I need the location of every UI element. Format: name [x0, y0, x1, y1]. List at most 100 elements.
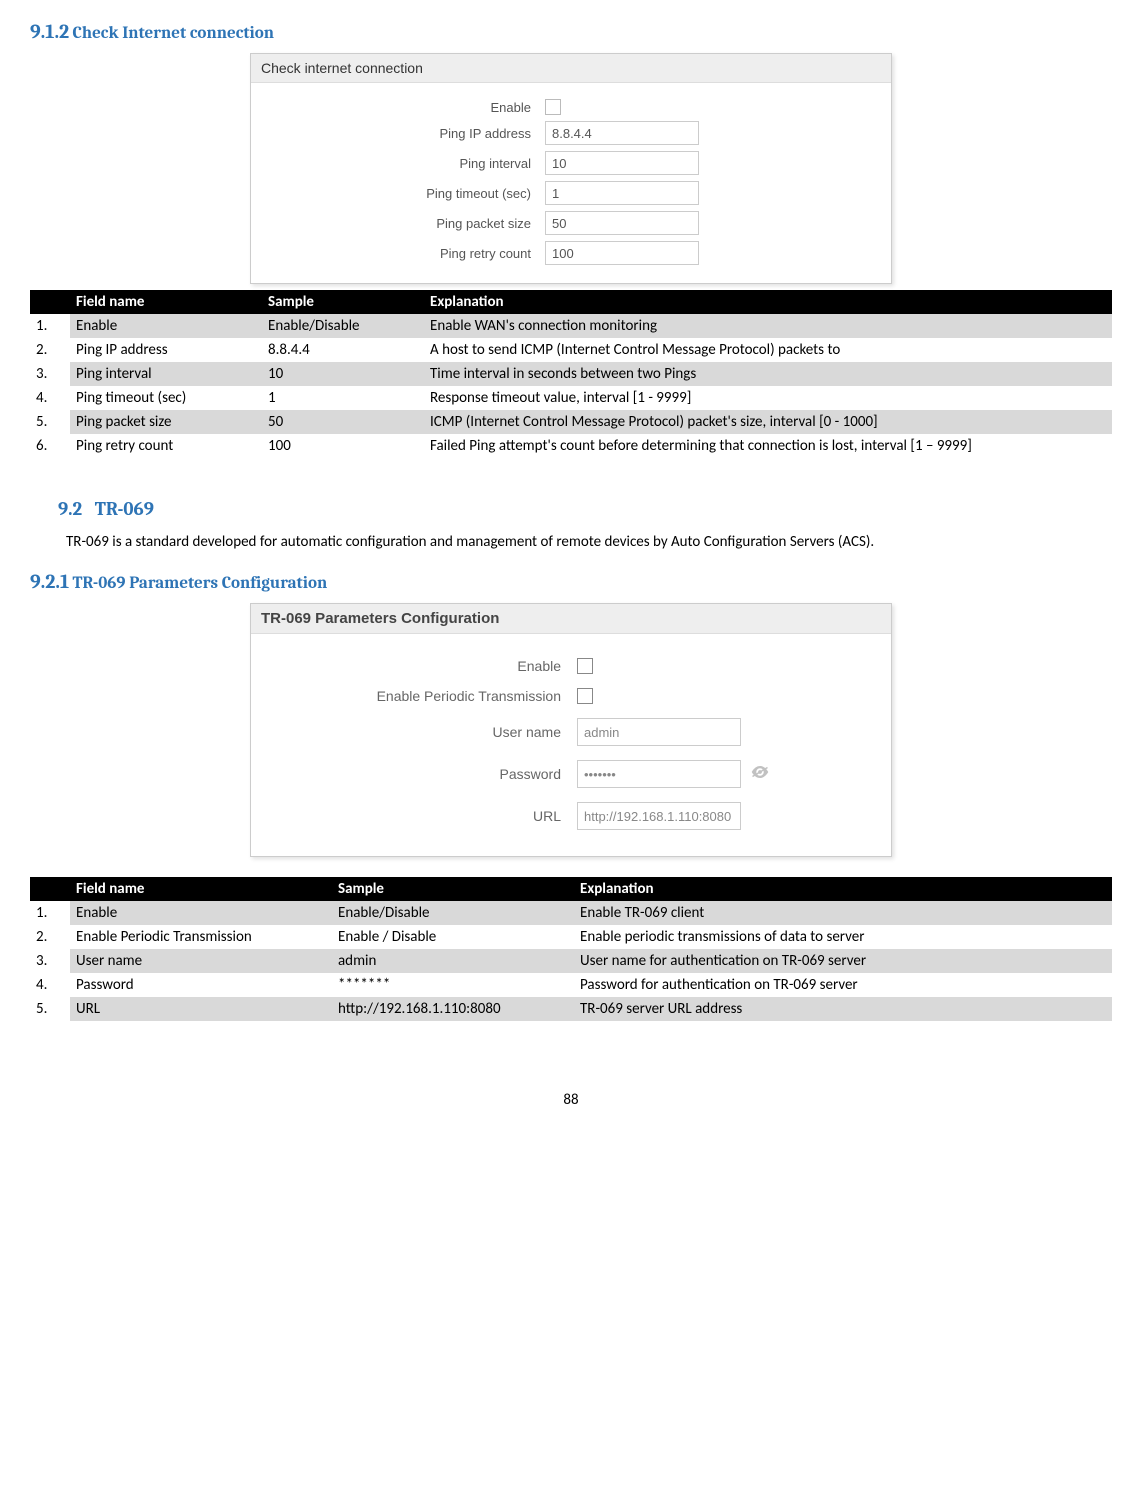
cell-field: Password	[70, 973, 332, 997]
th-sample: Sample	[262, 290, 424, 314]
panel-check-internet-title: Check internet connection	[251, 54, 891, 83]
cell-sample: Enable / Disable	[332, 925, 574, 949]
th-sample: Sample	[332, 877, 574, 901]
th-expl: Explanation	[424, 290, 1112, 314]
table-tr069: Field name Sample Explanation 1. Enable …	[30, 877, 1112, 1021]
cell-sample: Enable/Disable	[332, 901, 574, 925]
cell-sample: Enable/Disable	[262, 314, 424, 338]
table-row: 2. Enable Periodic Transmission Enable /…	[30, 925, 1112, 949]
label-ping-packet: Ping packet size	[261, 216, 545, 231]
cell-field: Ping timeout (sec)	[70, 386, 262, 410]
input-ping-interval[interactable]	[545, 151, 699, 175]
table-row: 4. Ping timeout (sec) 1 Response timeout…	[30, 386, 1112, 410]
table-row: 3. Ping interval 10 Time interval in sec…	[30, 362, 1112, 386]
cell-expl: A host to send ICMP (Internet Control Me…	[424, 338, 1112, 362]
cell-num: 4.	[30, 973, 70, 997]
label-ping-timeout: Ping timeout (sec)	[261, 186, 545, 201]
heading-912: 9.1.2 Check Internet connection	[30, 20, 1112, 43]
table-check-internet: Field name Sample Explanation 1. Enable …	[30, 290, 1112, 458]
cell-num: 5.	[30, 410, 70, 434]
cell-sample: http://192.168.1.110:8080	[332, 997, 574, 1021]
cell-expl: ICMP (Internet Control Message Protocol)…	[424, 410, 1112, 434]
row-tr069-pass: Password	[261, 760, 881, 788]
cell-sample: 1	[262, 386, 424, 410]
cell-expl: Password for authentication on TR-069 se…	[574, 973, 1112, 997]
row-enable: Enable	[261, 99, 881, 115]
heading-92-title: TR-069	[95, 498, 154, 520]
cell-field: URL	[70, 997, 332, 1021]
label-tr069-url: URL	[261, 808, 577, 824]
cell-field: User name	[70, 949, 332, 973]
cell-sample: 50	[262, 410, 424, 434]
heading-921: 9.2.1 TR-069 Parameters Configuration	[30, 570, 1112, 593]
cell-expl: Enable TR-069 client	[574, 901, 1112, 925]
cell-num: 5.	[30, 997, 70, 1021]
row-ping-interval: Ping interval	[261, 151, 881, 175]
input-tr069-pass[interactable]	[577, 760, 741, 788]
input-tr069-user[interactable]	[577, 718, 741, 746]
cell-field: Ping retry count	[70, 434, 262, 458]
row-tr069-periodic: Enable Periodic Transmission	[261, 688, 881, 704]
cell-num: 1.	[30, 901, 70, 925]
cell-expl: Time interval in seconds between two Pin…	[424, 362, 1112, 386]
table-row: 5. URL http://192.168.1.110:8080 TR-069 …	[30, 997, 1112, 1021]
label-ping-retry: Ping retry count	[261, 246, 545, 261]
input-ping-packet[interactable]	[545, 211, 699, 235]
row-tr069-url: URL	[261, 802, 881, 830]
label-tr069-user: User name	[261, 724, 577, 740]
th-field: Field name	[70, 290, 262, 314]
label-ping-ip: Ping IP address	[261, 126, 545, 141]
th-blank	[30, 877, 70, 901]
row-ping-timeout: Ping timeout (sec)	[261, 181, 881, 205]
cell-expl: Enable WAN's connection monitoring	[424, 314, 1112, 338]
panel-tr069: TR-069 Parameters Configuration Enable E…	[250, 603, 892, 857]
cell-num: 2.	[30, 338, 70, 362]
input-ping-ip[interactable]	[545, 121, 699, 145]
page-number: 88	[30, 1091, 1112, 1109]
cell-field: Enable	[70, 314, 262, 338]
heading-921-title: TR-069 Parameters Configuration	[73, 574, 328, 593]
cell-expl: Response timeout value, interval [1 - 99…	[424, 386, 1112, 410]
cell-field: Enable Periodic Transmission	[70, 925, 332, 949]
heading-912-title: Check Internet connection	[73, 24, 275, 43]
cell-num: 1.	[30, 314, 70, 338]
cell-expl: Failed Ping attempt's count before deter…	[424, 434, 1112, 458]
eye-icon[interactable]	[751, 765, 769, 783]
cell-field: Enable	[70, 901, 332, 925]
input-ping-timeout[interactable]	[545, 181, 699, 205]
panel-check-internet-body: Enable Ping IP address Ping interval Pin…	[251, 83, 891, 283]
panel-tr069-body: Enable Enable Periodic Transmission User…	[251, 634, 891, 856]
panel-check-internet: Check internet connection Enable Ping IP…	[250, 53, 892, 284]
th-blank	[30, 290, 70, 314]
checkbox-enable[interactable]	[545, 99, 561, 115]
heading-92-num: 9.2	[58, 498, 82, 520]
label-tr069-periodic: Enable Periodic Transmission	[261, 688, 577, 704]
table-row: 4. Password ******* Password for authent…	[30, 973, 1112, 997]
input-tr069-url[interactable]	[577, 802, 741, 830]
table-row: 5. Ping packet size 50 ICMP (Internet Co…	[30, 410, 1112, 434]
cell-sample: 100	[262, 434, 424, 458]
cell-num: 6.	[30, 434, 70, 458]
input-ping-retry[interactable]	[545, 241, 699, 265]
checkbox-tr069-enable[interactable]	[577, 658, 593, 674]
table-row: 1. Enable Enable/Disable Enable WAN's co…	[30, 314, 1112, 338]
cell-expl: User name for authentication on TR-069 s…	[574, 949, 1112, 973]
cell-sample: *******	[332, 973, 574, 997]
table-row: 3. User name admin User name for authent…	[30, 949, 1112, 973]
th-expl: Explanation	[574, 877, 1112, 901]
cell-num: 3.	[30, 362, 70, 386]
heading-92: 9.2 TR-069	[58, 498, 1112, 520]
cell-field: Ping interval	[70, 362, 262, 386]
label-tr069-pass: Password	[261, 766, 577, 782]
cell-field: Ping IP address	[70, 338, 262, 362]
table-row: 2. Ping IP address 8.8.4.4 A host to sen…	[30, 338, 1112, 362]
cell-expl: Enable periodic transmissions of data to…	[574, 925, 1112, 949]
row-ping-retry: Ping retry count	[261, 241, 881, 265]
cell-sample: admin	[332, 949, 574, 973]
checkbox-tr069-periodic[interactable]	[577, 688, 593, 704]
label-ping-interval: Ping interval	[261, 156, 545, 171]
table-row: 1. Enable Enable/Disable Enable TR-069 c…	[30, 901, 1112, 925]
cell-sample: 8.8.4.4	[262, 338, 424, 362]
label-enable: Enable	[261, 100, 545, 115]
row-ping-ip: Ping IP address	[261, 121, 881, 145]
